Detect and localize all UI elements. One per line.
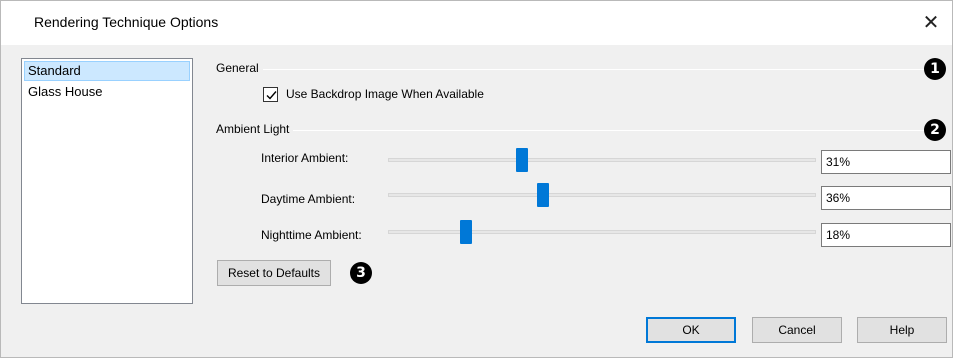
cancel-button[interactable]: Cancel [752, 317, 842, 343]
nighttime-ambient-label: Nighttime Ambient: [261, 228, 362, 242]
nighttime-ambient-thumb[interactable] [460, 220, 473, 244]
checkmark-icon [266, 91, 277, 100]
general-group-label: General [216, 61, 263, 75]
interior-ambient-thumb[interactable] [515, 148, 528, 172]
interior-ambient-track[interactable] [388, 158, 816, 162]
interior-ambient-label: Interior Ambient: [261, 151, 349, 165]
nighttime-ambient-value[interactable]: 18% [821, 223, 951, 247]
use-backdrop-checkbox[interactable] [263, 87, 278, 102]
use-backdrop-label[interactable]: Use Backdrop Image When Available [286, 87, 484, 101]
help-button[interactable]: Help [857, 317, 947, 343]
callout-3: 3 [350, 262, 372, 284]
technique-item-standard[interactable]: Standard [24, 61, 190, 81]
daytime-ambient-value[interactable]: 36% [821, 186, 951, 210]
ok-button[interactable]: OK [646, 317, 736, 343]
dialog-title: Rendering Technique Options [34, 14, 219, 30]
daytime-ambient-track[interactable] [388, 193, 816, 197]
interior-ambient-value[interactable]: 31% [821, 150, 951, 174]
daytime-ambient-label: Daytime Ambient: [261, 192, 356, 206]
rendering-technique-options-dialog: Rendering Technique Options ✕ Standard G… [0, 0, 953, 358]
ambient-group-line [216, 130, 928, 131]
daytime-ambient-thumb[interactable] [537, 183, 550, 207]
callout-1: 1 [924, 58, 946, 80]
nighttime-ambient-track[interactable] [388, 230, 816, 234]
technique-item-glass-house[interactable]: Glass House [24, 82, 190, 102]
technique-list[interactable]: Standard Glass House [21, 58, 193, 304]
callout-2: 2 [924, 119, 946, 141]
reset-to-defaults-button[interactable]: Reset to Defaults [217, 260, 331, 286]
title-bar: Rendering Technique Options ✕ [1, 1, 952, 45]
general-group-line [216, 69, 928, 70]
ambient-group-label: Ambient Light [216, 122, 294, 136]
close-icon[interactable]: ✕ [919, 11, 943, 35]
